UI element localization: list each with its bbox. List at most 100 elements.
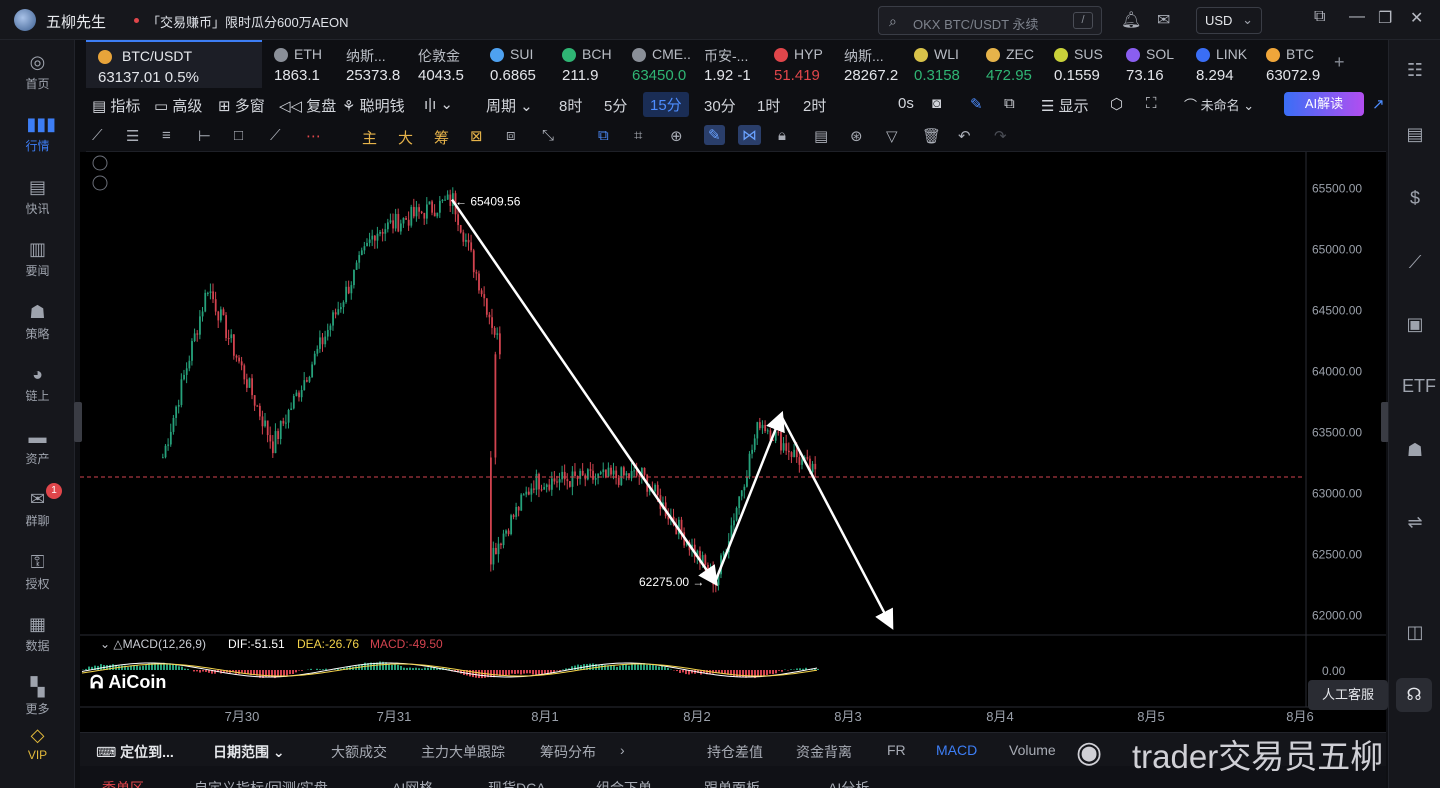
nav-news[interactable]: ▥ 要闻 [0,239,75,279]
fullscreen-icon[interactable]: ⛶ [1146,95,1157,112]
tab-spot-dca[interactable]: 现货DCA [488,778,546,788]
tab-order-area[interactable]: 委单区 [102,778,144,788]
draw-mode-icon[interactable]: ✎ [704,125,725,145]
nav-onchain[interactable]: ◕ 链上 [0,364,75,404]
ai-interpret-button[interactable]: AI解读 [1284,92,1364,116]
chip-toggle[interactable]: 筹 [434,127,449,148]
nav-more[interactable]: ▚ 更多 [0,677,75,717]
parallel-lines-icon[interactable]: ☰ [126,127,139,145]
indicator-button[interactable]: ▤ 指标 [92,95,140,116]
workspace-select[interactable]: ⌒ 未命名 ⌄ [1184,95,1254,114]
lock-icon[interactable]: 🔒︎ [778,127,786,144]
tab-position-diff[interactable]: 持仓差值 [707,742,763,762]
ticker-item[interactable]: SOL 73.16 [1118,40,1184,88]
tab-fr[interactable]: FR [887,742,906,758]
ticker-item[interactable]: CME... 63450.0 [624,40,690,88]
settings-icon[interactable]: ⬡ [1110,95,1123,113]
monitor-chart-icon[interactable]: ▣ [1402,314,1428,338]
popout-icon[interactable]: ⧉ [1314,8,1325,26]
tab-ai-grid[interactable]: AI网格 [392,778,433,788]
price-chart[interactable]: 65500.00 65000.00 64500.00 64000.00 63500.00… [80,152,1386,732]
bot-icon[interactable]: ☗ [1402,440,1428,464]
ticker-item[interactable]: 币安-... 1.92 -1 [696,40,762,88]
display-button[interactable]: ☰ 显示 [1041,95,1089,116]
currency-select[interactable]: USD ⌄ [1196,7,1262,34]
gold-tool-icon[interactable]: ⊠ [470,127,483,145]
interval-2h[interactable]: 2时 [803,95,826,116]
multi-window-button[interactable]: ⊞ 多窗 [218,95,265,116]
search-input[interactable]: OKX BTC/USDT 永续 [913,14,1038,33]
replay-button[interactable]: ◁◁ 复盘 [279,95,336,116]
locate-button[interactable]: ⌨ 定位到... [96,742,174,762]
interval-1h[interactable]: 1时 [757,95,780,116]
nav-flash[interactable]: ▤ 快讯 [0,177,75,217]
camera-icon[interactable]: ◙ [932,95,941,112]
ticker-item[interactable]: SUI 0.6865 [482,40,548,88]
redo-icon[interactable]: ↷ [994,127,1007,145]
exchange-icon[interactable]: ⇌ [1402,512,1428,536]
search-box[interactable]: ⌕ OKX BTC/USDT 永续 / [878,6,1102,35]
interval-30m[interactable]: 30分 [704,95,736,116]
tab-main-orders[interactable]: 主力大单跟踪 [421,742,505,762]
mail-icon[interactable]: ✉ [1157,10,1170,30]
ticker-item[interactable]: ZEC 472.95 [978,40,1044,88]
nav-strategy[interactable]: ☗ 策略 [0,302,75,342]
tab-large-trades[interactable]: 大额成交 [331,742,387,762]
copy-icon[interactable]: ⧉ [598,127,609,144]
template-icon[interactable]: ▤ [814,127,828,145]
notes-icon[interactable]: ▤ [1402,124,1428,148]
nav-market[interactable]: ▮▮▮ 行情 [0,114,75,154]
ticker-item[interactable]: 伦敦金 4043.5 [410,40,476,88]
dollar-doc-icon[interactable]: $ [1402,188,1428,212]
zoom-icon[interactable]: ⊕ [670,127,683,145]
tab-macd[interactable]: MACD [936,742,977,758]
link-icon[interactable]: ⊛ [850,127,863,145]
ticker-item[interactable]: BCH 211.9 [554,40,620,88]
bell-icon[interactable]: 🔔︎ [1121,10,1141,30]
trash-icon[interactable]: 🗑︎ [922,127,941,145]
ticker-item[interactable]: LINK 8.294 [1188,40,1254,88]
share-icon[interactable]: ↗ [1372,95,1385,113]
close-icon[interactable]: ✕ [1410,8,1423,28]
chart-area[interactable]: 65500.00 65000.00 64500.00 64000.00 63500.00… [80,152,1386,732]
rectangle-icon[interactable]: □ [234,127,243,144]
more-tools-icon[interactable]: ⋯ [306,127,321,145]
ticker-item[interactable]: ETH 1863.1 [266,40,332,88]
tab-combo-order[interactable]: 组合下单 [596,778,652,788]
tab-chip-distribution[interactable]: 筹码分布 [540,742,596,762]
chevron-right-icon[interactable]: › [620,742,625,758]
scale-icon[interactable]: ⤡ [542,127,554,144]
ticker-btc-usdt[interactable]: BTC/USDT 63137.01 0.5% [86,40,262,88]
filter-icon[interactable]: ▽ [886,127,898,145]
nav-home[interactable]: ◎ 首页 [0,52,75,92]
add-ticker-icon[interactable]: + [1334,52,1345,73]
nav-vip[interactable]: ◇ VIP [0,725,75,762]
promo-link[interactable]: 「交易赚币」限时瓜分600万AEON [147,12,349,31]
date-range-button[interactable]: 日期范围 ⌄ [213,742,285,762]
trendline-icon[interactable]: ⟋ [92,127,103,144]
ticker-item[interactable]: 纳斯... 28267.2 [836,40,902,88]
undo-icon[interactable]: ↶ [958,127,971,145]
nav-data[interactable]: ▦ 数据 [0,614,75,654]
main-chart-toggle[interactable]: 主 [362,127,377,148]
ticker-item[interactable]: HYP 51.419 [766,40,832,88]
nav-authorize[interactable]: ⚿ 授权 [0,552,75,592]
horizontal-lines-icon[interactable]: ≡ [162,127,171,144]
magnet-icon[interactable]: ⋈ [738,125,761,145]
minimize-icon[interactable]: — [1349,8,1365,26]
tab-custom-indicator[interactable]: 自定义指标/回测/实盘 [194,778,328,788]
ruler-icon[interactable]: ⌗ [634,127,642,144]
draw-pen-icon[interactable]: ✎ [970,95,983,113]
tab-divergence[interactable]: 资金背离 [796,742,852,762]
tab-volume[interactable]: Volume [1009,742,1056,758]
nav-assets[interactable]: ▬ 资产 [0,427,75,467]
advanced-button[interactable]: ▭ 高级 [154,95,202,116]
tab-copy-panel[interactable]: 跟单面板 [704,778,760,788]
left-panel-grip[interactable] [74,402,82,442]
trend-icon[interactable]: ⟋ [1402,252,1428,276]
ticker-item[interactable]: 纳斯... 25373.8 [338,40,404,88]
restore-icon[interactable]: ❐ [1378,8,1392,28]
layout-icon[interactable]: ⧉ [1004,95,1015,112]
etf-icon[interactable]: ETF [1402,376,1436,400]
brush-icon[interactable]: ⟋ [270,127,281,144]
